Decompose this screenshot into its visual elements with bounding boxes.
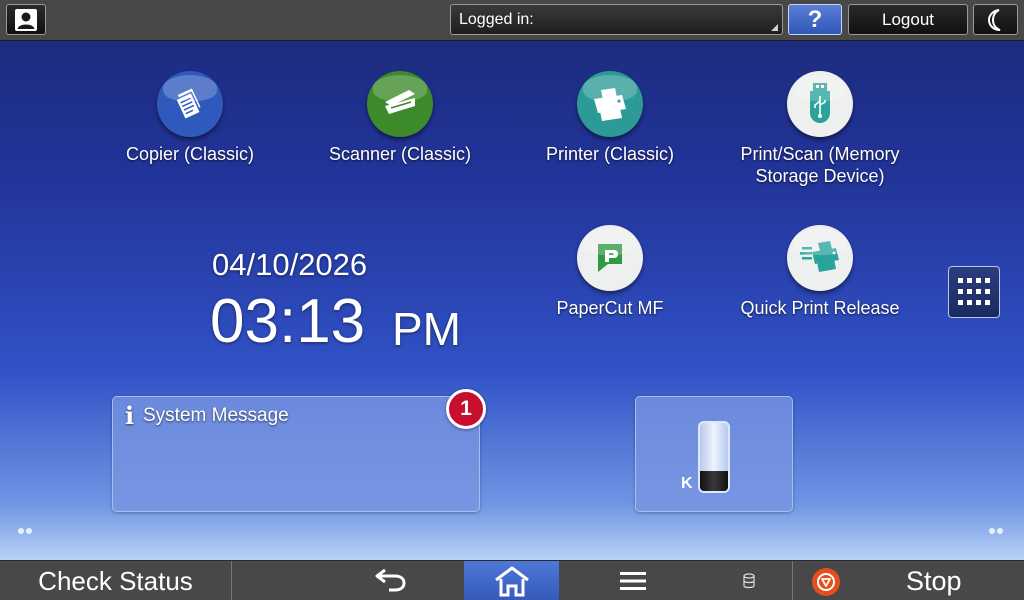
app-scanner[interactable]: Scanner (Classic) [300, 71, 500, 165]
back-button[interactable] [232, 561, 464, 600]
system-message-widget[interactable]: i System Message [112, 396, 480, 512]
help-label: ? [807, 5, 823, 33]
quick-print-icon [787, 225, 853, 291]
database-icon [743, 573, 755, 589]
logout-label: Logout [882, 9, 934, 29]
help-button[interactable]: ? [788, 4, 842, 35]
app-print-scan-memory[interactable]: Print/Scan (Memory Storage Device) [720, 71, 920, 187]
printer-icon [577, 71, 643, 137]
resize-corner-icon [771, 24, 778, 31]
check-status-label: Check Status [38, 565, 193, 596]
home-icon [494, 566, 529, 597]
notification-badge: 1 [446, 389, 486, 429]
home-screen: Logged in: ? Logout Copier (Classic) Sca… [0, 0, 1024, 600]
menu-button[interactable] [560, 561, 705, 600]
stop-button[interactable]: Stop [792, 561, 1024, 600]
time-display: 03:13 [210, 287, 366, 356]
login-label: Logged in: [459, 10, 534, 28]
toner-color-label: K [681, 475, 693, 492]
data-in-icon-area [706, 561, 793, 600]
page-indicator-right[interactable] [989, 528, 1003, 534]
grid-icon [958, 278, 990, 305]
usb-icon [787, 71, 853, 137]
back-arrow-icon [375, 568, 406, 592]
scanner-icon [367, 71, 433, 137]
check-status-button[interactable]: Check Status [0, 561, 232, 600]
info-icon: i [125, 401, 135, 430]
app-papercut[interactable]: PaperCut MF [510, 225, 710, 319]
stop-label: Stop [906, 566, 962, 596]
home-button[interactable] [464, 561, 559, 600]
copier-icon [157, 71, 223, 137]
login-user-field[interactable]: Logged in: [450, 4, 783, 35]
energy-saver-button[interactable] [973, 4, 1018, 35]
toner-level-fill [700, 470, 728, 491]
top-bar: Logged in: ? Logout [0, 0, 1024, 41]
page-indicator-left[interactable] [18, 528, 32, 534]
papercut-icon [577, 225, 643, 291]
app-label: Quick Print Release [740, 298, 900, 318]
toner-bottle-icon [698, 421, 730, 493]
app-list-button[interactable] [948, 266, 1000, 318]
app-copier[interactable]: Copier (Classic) [90, 71, 290, 165]
user-button[interactable] [6, 4, 46, 35]
app-printer[interactable]: Printer (Classic) [510, 71, 710, 165]
user-icon [15, 8, 37, 31]
app-label: Printer (Classic) [545, 144, 674, 164]
date-display: 04/10/2026 [212, 247, 368, 282]
app-label: PaperCut MF [556, 298, 664, 318]
stop-icon [812, 568, 840, 596]
system-message-title: System Message [143, 405, 289, 426]
app-label: Print/Scan (Memory Storage Device) [740, 144, 900, 186]
moon-icon [987, 8, 1000, 31]
app-label: Scanner (Classic) [328, 144, 472, 164]
logout-button[interactable]: Logout [848, 4, 968, 35]
menu-icon [619, 572, 646, 590]
app-label: Copier (Classic) [125, 144, 255, 164]
app-quick-print-release[interactable]: Quick Print Release [720, 225, 920, 319]
ampm-display: PM [392, 303, 461, 355]
bottom-bar: Check Status Stop [0, 560, 1024, 600]
toner-widget[interactable]: K [635, 396, 793, 512]
